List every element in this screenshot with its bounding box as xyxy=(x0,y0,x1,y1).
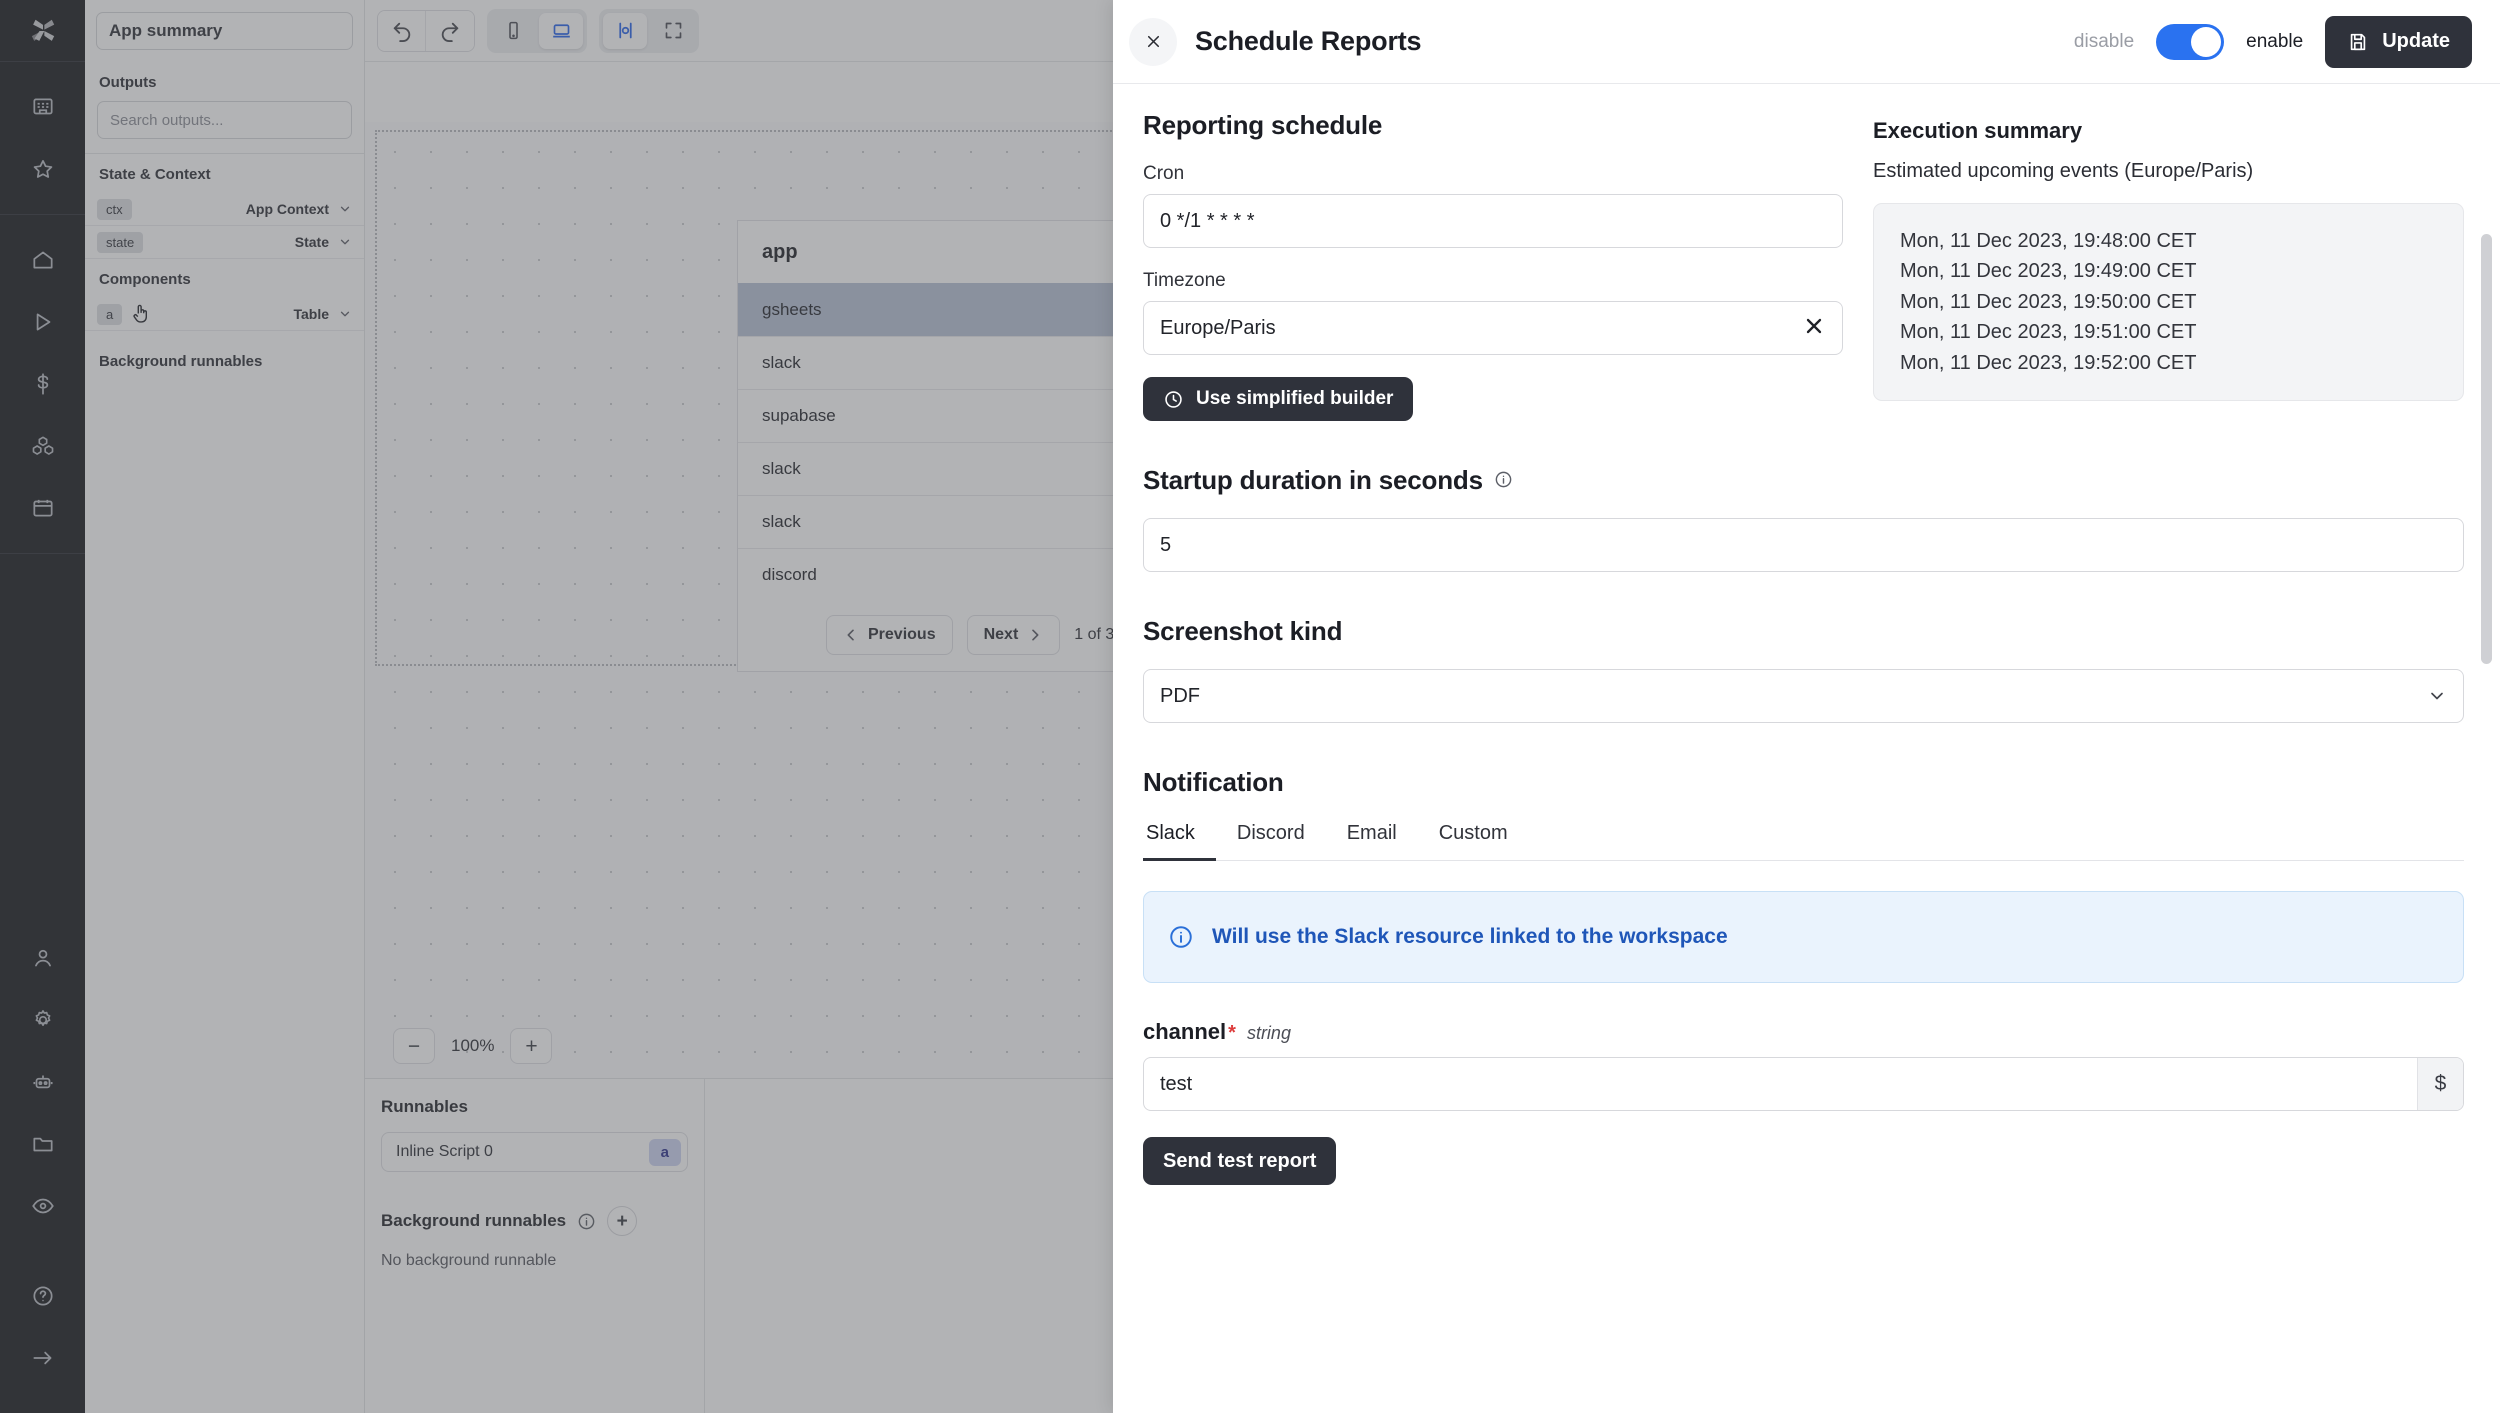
startup-duration-block: Startup duration in seconds 5 xyxy=(1143,465,2464,572)
slack-info-banner: Will use the Slack resource linked to th… xyxy=(1143,891,2464,983)
startup-duration-input[interactable]: 5 xyxy=(1143,518,2464,572)
notification-tabs: Slack Discord Email Custom xyxy=(1143,822,2464,861)
toggle-knob xyxy=(2191,27,2221,57)
clock-icon xyxy=(1163,389,1184,410)
channel-field-label: channel * string xyxy=(1143,1019,2464,1045)
close-icon[interactable] xyxy=(1792,314,1826,343)
execution-event: Mon, 11 Dec 2023, 19:50:00 CET xyxy=(1900,287,2437,317)
channel-value: test xyxy=(1160,1073,2417,1096)
dollar-icon[interactable]: $ xyxy=(2417,1058,2463,1110)
execution-summary-title: Execution summary xyxy=(1873,118,2464,144)
screenshot-kind-select[interactable]: PDF xyxy=(1143,669,2464,723)
use-simplified-builder-label: Use simplified builder xyxy=(1196,388,1393,410)
required-mark: * xyxy=(1228,1022,1236,1045)
execution-summary-subtitle: Estimated upcoming events (Europe/Paris) xyxy=(1873,160,2464,183)
schedule-reports-drawer: Schedule Reports disable enable Update R… xyxy=(1113,0,2500,1413)
timezone-value: Europe/Paris xyxy=(1160,317,1792,340)
timezone-label: Timezone xyxy=(1143,270,1843,292)
schedule-left-column: Reporting schedule Cron 0 */1 * * * * Ti… xyxy=(1143,110,1843,421)
notification-title: Notification xyxy=(1143,767,2464,798)
notification-block: Notification Slack Discord Email Custom … xyxy=(1143,767,2464,1185)
cron-value: 0 */1 * * * * xyxy=(1160,210,1826,233)
tab-slack[interactable]: Slack xyxy=(1143,822,1216,861)
drawer-header-actions: disable enable Update xyxy=(2074,16,2472,68)
tab-discord[interactable]: Discord xyxy=(1216,822,1326,861)
disable-label: disable xyxy=(2074,31,2134,53)
startup-duration-label: Startup duration in seconds xyxy=(1143,465,1483,496)
execution-event: Mon, 11 Dec 2023, 19:49:00 CET xyxy=(1900,256,2437,286)
reporting-schedule-title: Reporting schedule xyxy=(1143,110,1843,141)
drawer-scrollbar[interactable] xyxy=(2481,234,2492,664)
execution-event: Mon, 11 Dec 2023, 19:48:00 CET xyxy=(1900,226,2437,256)
execution-event: Mon, 11 Dec 2023, 19:52:00 CET xyxy=(1900,348,2437,378)
execution-event: Mon, 11 Dec 2023, 19:51:00 CET xyxy=(1900,317,2437,347)
app-screen: App summary Outputs Search outputs... St… xyxy=(0,0,2500,1413)
send-test-report-button[interactable]: Send test report xyxy=(1143,1137,1336,1185)
cron-input[interactable]: 0 */1 * * * * xyxy=(1143,194,1843,248)
startup-duration-header: Startup duration in seconds xyxy=(1143,465,2464,496)
info-icon[interactable] xyxy=(1494,470,1516,492)
enable-toggle[interactable] xyxy=(2156,24,2224,60)
screenshot-kind-block: Screenshot kind PDF xyxy=(1143,616,2464,723)
cron-label: Cron xyxy=(1143,163,1843,185)
save-icon xyxy=(2347,31,2369,53)
update-button-label: Update xyxy=(2382,30,2450,53)
screenshot-kind-value: PDF xyxy=(1160,685,2427,708)
drawer-header: Schedule Reports disable enable Update xyxy=(1113,0,2500,84)
execution-summary: Execution summary Estimated upcoming eve… xyxy=(1873,110,2464,421)
info-icon xyxy=(1168,924,1194,950)
channel-type: string xyxy=(1247,1023,1291,1044)
schedule-section: Reporting schedule Cron 0 */1 * * * * Ti… xyxy=(1143,110,2464,421)
channel-input[interactable]: test $ xyxy=(1143,1057,2464,1111)
startup-duration-value: 5 xyxy=(1160,534,2447,557)
page-title: Schedule Reports xyxy=(1195,26,1421,57)
update-button[interactable]: Update xyxy=(2325,16,2472,68)
enable-label: enable xyxy=(2246,31,2303,53)
slack-info-text: Will use the Slack resource linked to th… xyxy=(1212,925,1728,949)
drawer-body: Reporting schedule Cron 0 */1 * * * * Ti… xyxy=(1113,84,2500,1413)
use-simplified-builder-button[interactable]: Use simplified builder xyxy=(1143,377,1413,421)
screenshot-kind-label: Screenshot kind xyxy=(1143,616,2464,647)
timezone-input[interactable]: Europe/Paris xyxy=(1143,301,1843,355)
execution-summary-box: Mon, 11 Dec 2023, 19:48:00 CET Mon, 11 D… xyxy=(1873,203,2464,401)
tab-custom[interactable]: Custom xyxy=(1418,822,1529,861)
chevron-down-icon[interactable] xyxy=(2427,686,2447,706)
channel-name: channel xyxy=(1143,1019,1226,1045)
close-icon[interactable] xyxy=(1129,18,1177,66)
tab-email[interactable]: Email xyxy=(1326,822,1418,861)
